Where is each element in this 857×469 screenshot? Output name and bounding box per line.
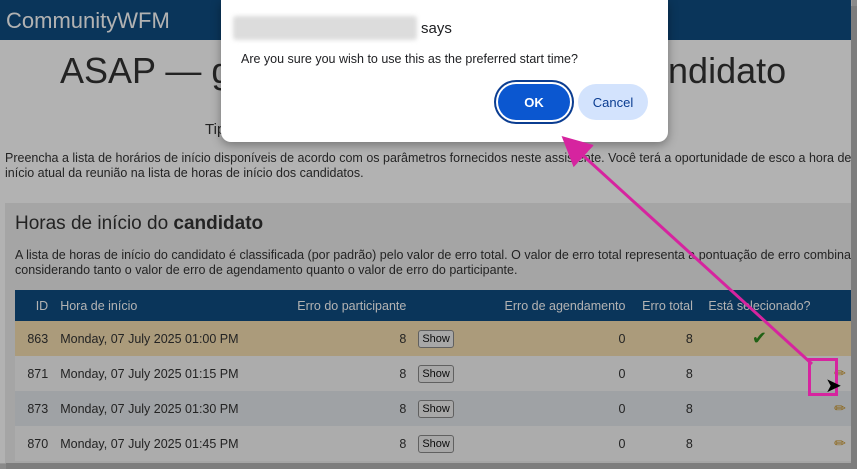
dialog-says: says bbox=[421, 20, 452, 37]
browser-page: CommunityWFM ASAP — g andidato Tip Preen… bbox=[0, 0, 852, 464]
mouse-cursor-icon: ➤ bbox=[825, 375, 842, 397]
screenshot-shadow-bottom bbox=[6, 463, 857, 469]
dialog-message: Are you sure you wish to use this as the… bbox=[241, 52, 578, 66]
ok-button[interactable]: OK bbox=[498, 84, 570, 120]
screenshot-shadow-right bbox=[851, 6, 857, 469]
blurred-site-origin bbox=[233, 16, 417, 40]
cancel-button[interactable]: Cancel bbox=[578, 84, 648, 120]
confirm-dialog: says Are you sure you wish to use this a… bbox=[221, 0, 668, 142]
